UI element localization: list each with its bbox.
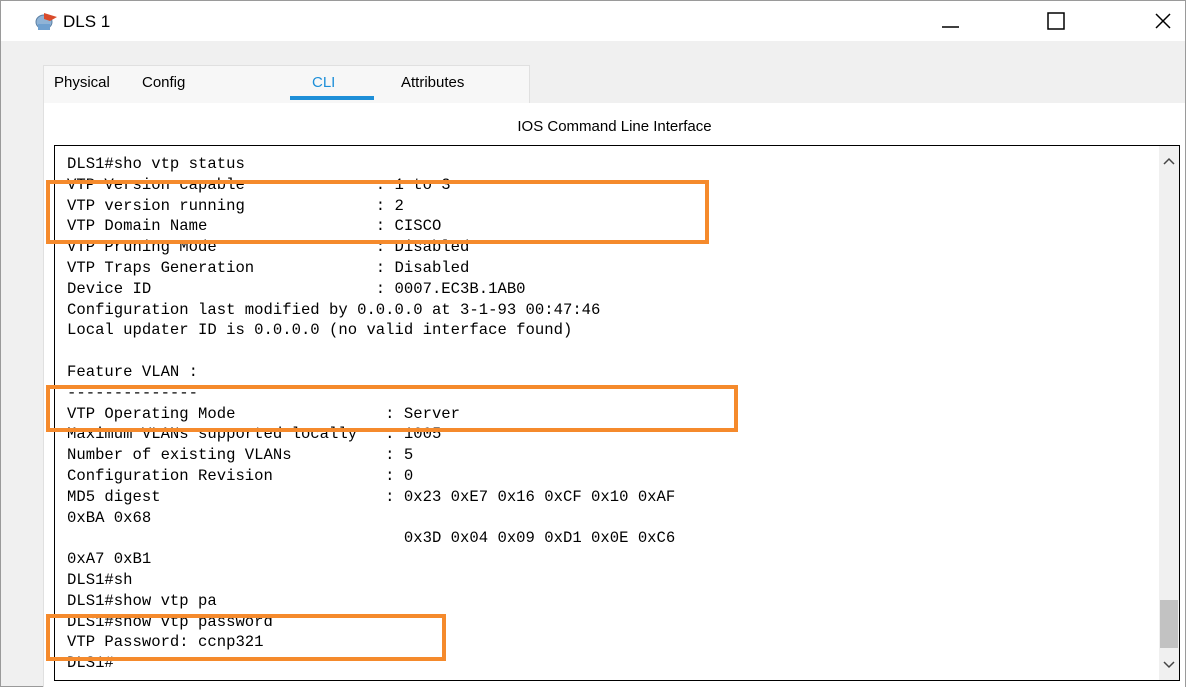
window-title: DLS 1 [63, 12, 111, 31]
active-tab-indicator [290, 96, 374, 100]
scroll-thumb[interactable] [1160, 600, 1178, 648]
device-window: DLS 1 Physical Config CLI Attributes IOS… [0, 0, 1186, 687]
tab-physical[interactable]: Physical [54, 74, 110, 91]
section-title: IOS Command Line Interface [517, 118, 712, 135]
chevron-down-icon[interactable] [1159, 650, 1179, 680]
title-bar: DLS 1 [1, 1, 1185, 41]
minimize-icon[interactable] [927, 1, 973, 41]
maximize-icon[interactable] [1033, 1, 1079, 41]
chevron-up-icon[interactable] [1159, 146, 1179, 176]
cli-terminal[interactable]: DLS1#sho vtp status VTP Version capable … [54, 145, 1180, 681]
tab-strip: Physical Config CLI Attributes [43, 65, 530, 104]
switch-device-icon [35, 13, 57, 30]
tab-bar: Physical Config CLI Attributes [1, 41, 1185, 104]
close-icon[interactable] [1139, 1, 1185, 41]
cli-panel: IOS Command Line Interface DLS1#sho vtp … [43, 103, 1185, 687]
console-output[interactable]: DLS1#sho vtp status VTP Version capable … [67, 154, 675, 674]
vertical-scrollbar[interactable] [1159, 146, 1179, 680]
tab-attributes[interactable]: Attributes [401, 74, 464, 91]
tab-config[interactable]: Config [142, 74, 185, 91]
tab-cli[interactable]: CLI [312, 74, 335, 91]
